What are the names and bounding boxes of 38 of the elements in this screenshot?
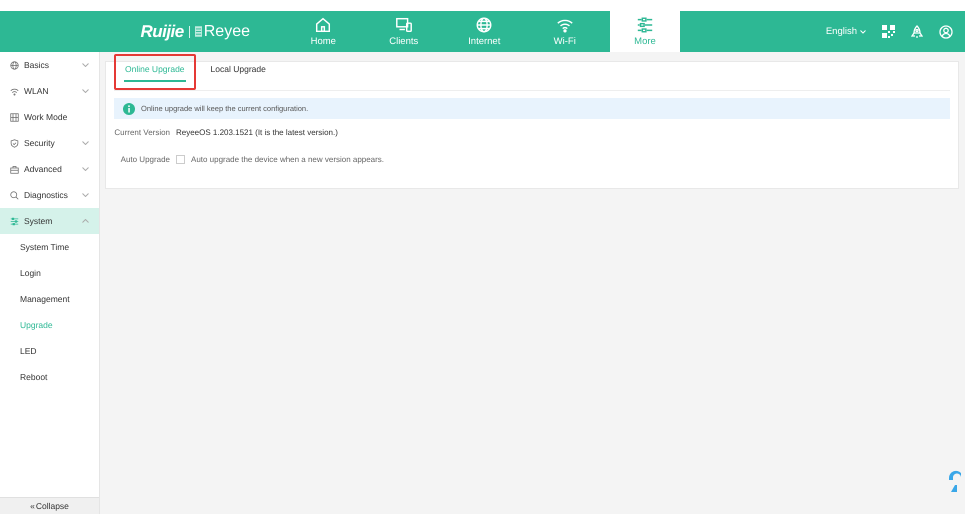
user-icon[interactable] [939,24,953,38]
rocket-icon[interactable] [911,24,923,38]
sidebar-item[interactable]: Security [0,130,99,156]
submenu-item[interactable]: LED [0,338,99,364]
checkbox[interactable] [176,155,185,164]
logo-icon [194,26,202,37]
qr-code-icon[interactable] [882,25,895,38]
home-icon [314,16,332,34]
submenu-item[interactable]: Login [0,260,99,286]
submenu-item[interactable]: Reboot [0,364,99,390]
wifi-icon [10,86,19,96]
sidebar-item[interactable]: System [0,208,99,234]
submenu-item[interactable]: System Time [0,234,99,260]
sidebar-item[interactable]: Diagnostics [0,182,99,208]
tab[interactable]: Local Upgrade [210,64,267,82]
globe-icon [475,16,494,34]
info-icon [123,102,135,114]
collapse-button[interactable]: «Collapse [0,497,99,514]
submenu-item[interactable]: Management [0,286,99,312]
globe-icon [10,60,19,70]
sidebar-item[interactable]: Basics [0,52,99,78]
grid-icon [10,112,19,122]
sidebar-item[interactable]: Advanced [0,156,99,182]
sliders-icon [636,16,654,34]
search-icon [10,190,19,200]
brand-text: Reyee [204,22,250,40]
version-text: ReyeeOS 1.203.1521 (It is the latest version.) [176,128,338,137]
devices-icon [394,16,413,34]
field-label: Current Version [114,128,170,137]
checkbox-label: Auto upgrade the device when a new version appears. [191,155,384,164]
sidebar-item[interactable]: Work Mode [0,104,99,130]
shield-icon [10,138,19,148]
sliders-icon [10,216,19,226]
toolbox-icon [10,164,19,174]
logo-text: Ruijie [140,22,184,42]
sidebar-item[interactable]: WLAN [0,78,99,104]
caret-icon [860,30,866,34]
field-label: Auto Upgrade [120,155,170,164]
